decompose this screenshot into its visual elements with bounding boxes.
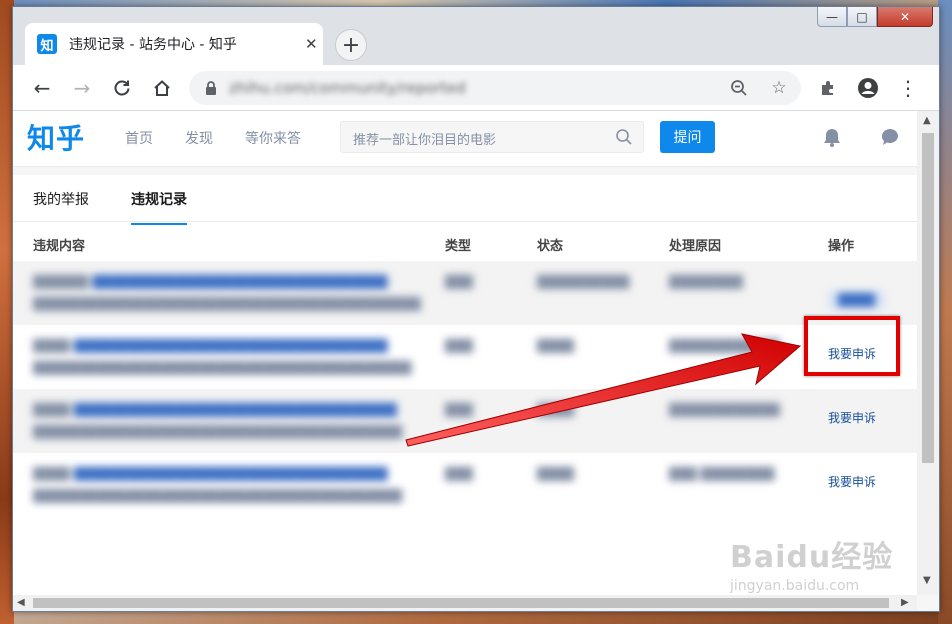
blurred-status: ████ <box>537 467 574 481</box>
table-row: ████ ███████████████████████████████████… <box>13 389 917 453</box>
watermark-url: jingyan.baidu.com <box>730 578 860 594</box>
browser-toolbar: ← → zhihu.com/community/reported ☆ ⋮ <box>13 65 939 111</box>
blurred-type: ███ <box>445 403 473 417</box>
blurred-content: ████████████████████████████████████████… <box>33 297 421 311</box>
blurred-content: ████ ███████████████████████████████████ <box>33 403 397 417</box>
back-button[interactable]: ← <box>27 73 57 103</box>
table-row: ██████ ████████████████████████████████ … <box>13 261 917 325</box>
horizontal-scrollbar[interactable]: ◀ ▶ <box>13 595 917 611</box>
blurred-reason: ████████ <box>669 275 743 289</box>
search-box[interactable]: 推荐一部让你泪目的电影 <box>340 121 644 153</box>
messages-icon[interactable] <box>879 126 901 148</box>
extensions-icon[interactable] <box>813 73 843 103</box>
window-controls: — □ ✕ <box>817 7 933 29</box>
header-type: 类型 <box>445 239 472 254</box>
title-bar: — □ ✕ 知 违规记录 - 站务中心 - 知乎 ✕ + <box>13 7 939 65</box>
scroll-up-arrow-icon[interactable]: ▲ <box>923 115 931 126</box>
browser-menu-icon[interactable]: ⋮ <box>893 73 923 103</box>
blurred-action: ████ <box>828 291 885 309</box>
appeal-link[interactable]: 我要申诉 <box>828 473 876 490</box>
blurred-type: ███ <box>445 275 473 289</box>
desktop-wallpaper-right <box>938 0 952 624</box>
tab-divider <box>13 221 917 222</box>
horizontal-scroll-thumb[interactable] <box>33 598 889 608</box>
zoom-icon[interactable] <box>727 76 751 100</box>
search-input[interactable]: 推荐一部让你泪目的电影 <box>353 129 496 148</box>
tab-title: 违规记录 - 站务中心 - 知乎 <box>69 37 237 53</box>
highlight-box <box>804 316 900 376</box>
search-icon[interactable] <box>615 128 633 146</box>
vertical-scrollbar[interactable]: ▲ ▼ <box>917 111 939 595</box>
nav-home[interactable]: 首页 <box>125 128 153 148</box>
blurred-status: ██████████ <box>537 275 630 289</box>
profile-avatar-icon[interactable] <box>853 73 883 103</box>
lock-icon <box>206 81 216 95</box>
ask-button[interactable]: 提问 <box>660 121 715 153</box>
header-content: 违规内容 <box>33 239 86 254</box>
notification-bell-icon[interactable] <box>821 126 843 148</box>
blurred-status: ████ <box>537 339 574 353</box>
tab-close-icon[interactable]: ✕ <box>305 35 318 53</box>
zhihu-favicon-icon: 知 <box>37 34 57 54</box>
close-window-button[interactable]: ✕ <box>877 7 933 27</box>
nav-explore[interactable]: 发现 <box>185 128 213 148</box>
vertical-scroll-thumb[interactable] <box>922 133 934 463</box>
bookmark-star-icon[interactable]: ☆ <box>767 76 791 100</box>
nav-waiting-answers[interactable]: 等你来答 <box>245 128 301 148</box>
reload-icon <box>114 80 130 96</box>
blurred-content: ████ ██████████████████████████████████ <box>33 467 388 481</box>
home-button[interactable] <box>147 73 177 103</box>
header-actions: 操作 <box>828 239 855 254</box>
blurred-content: ████ ██████████████████████████████████ <box>33 339 388 353</box>
tab-violation-records[interactable]: 违规记录 <box>131 189 187 225</box>
forward-button[interactable]: → <box>67 73 97 103</box>
blurred-status: ████ <box>537 403 574 417</box>
blurred-reason: ████████████ <box>669 403 780 417</box>
blurred-content: ██████ ████████████████████████████████ <box>33 275 388 289</box>
blurred-content: ████████████████████████████████████████ <box>33 489 403 503</box>
blurred-type: ███ <box>445 467 473 481</box>
blurred-content: ████████████████████████████████████████… <box>33 361 412 375</box>
scroll-down-arrow-icon[interactable]: ▼ <box>923 575 931 586</box>
blurred-content: ████████████████████████████████████████ <box>33 425 403 439</box>
scroll-left-arrow-icon[interactable]: ◀ <box>17 597 25 608</box>
url-text: zhihu.com/community/reported <box>229 79 466 97</box>
blurred-reason: ███ ████████ <box>669 467 775 481</box>
zhihu-header: 知乎 首页 发现 等你来答 推荐一部让你泪目的电影 提问 <box>13 111 917 167</box>
header-status: 状态 <box>537 239 564 254</box>
home-icon <box>154 80 170 96</box>
tab-my-reports[interactable]: 我的举报 <box>33 189 89 223</box>
table-row: ████ ██████████████████████████████████ … <box>13 325 917 389</box>
address-bar[interactable]: zhihu.com/community/reported ☆ <box>189 71 801 105</box>
blurred-type: ███ <box>445 339 473 353</box>
blurred-reason: ████████████ <box>669 339 780 353</box>
header-reason: 处理原因 <box>669 239 722 254</box>
watermark-logo: Baidu经验 <box>730 540 894 575</box>
maximize-button[interactable]: □ <box>847 7 877 27</box>
browser-window: — □ ✕ 知 违规记录 - 站务中心 - 知乎 ✕ + ← → zhihu.c… <box>12 6 940 612</box>
minimize-button[interactable]: — <box>817 7 847 27</box>
table-row: ████ ██████████████████████████████████ … <box>13 453 917 517</box>
reload-button[interactable] <box>107 73 137 103</box>
zhihu-logo[interactable]: 知乎 <box>27 117 85 157</box>
browser-tab[interactable]: 知 违规记录 - 站务中心 - 知乎 ✕ <box>25 23 323 65</box>
baidu-watermark: Baidu经验 jingyan.baidu.com <box>730 532 893 594</box>
appeal-link[interactable]: 我要申诉 <box>828 409 876 426</box>
new-tab-button[interactable]: + <box>335 29 367 61</box>
scroll-right-arrow-icon[interactable]: ▶ <box>901 597 909 608</box>
